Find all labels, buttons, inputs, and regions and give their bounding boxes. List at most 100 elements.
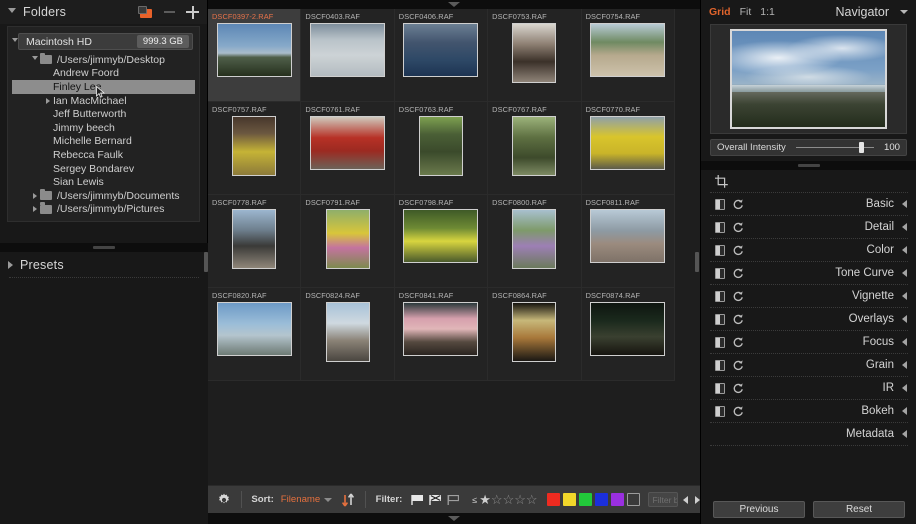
section-reset-icon[interactable] [732,313,744,325]
sort-direction-icon[interactable] [341,493,355,507]
chevron-left-icon[interactable] [902,407,907,415]
adjustment-section-detail[interactable]: Detail [701,216,916,238]
thumbnail-cell[interactable]: DSCF0841.RAF [394,288,489,381]
search-input[interactable]: Filter by me [647,492,678,507]
star-empty-icon-3[interactable]: ☆ [514,493,526,506]
thumbnail-image[interactable] [590,302,666,356]
tree-disclosure-icon[interactable] [29,206,40,213]
thumbnail-cell[interactable]: DSCF0778.RAF [208,195,302,288]
thumbnail-image[interactable] [232,209,277,269]
thumbnail-cell[interactable]: DSCF0761.RAF [301,102,395,195]
thumbnail-image[interactable] [216,23,292,77]
thumbnail-cell[interactable]: DSCF0811.RAF [581,195,675,288]
thumbnail-image[interactable] [512,116,557,176]
section-toggle-icon[interactable] [715,313,725,325]
thumbnail-image[interactable] [325,209,370,269]
plus-icon[interactable] [186,5,199,19]
thumbnail-image[interactable] [325,302,370,362]
folders-disclosure-icon[interactable] [8,7,16,17]
tree-disclosure-icon[interactable] [29,56,40,63]
tree-item[interactable]: Michelle Bernard [12,135,195,149]
folders-panel-header[interactable]: Folders [0,0,207,24]
adjustment-section-grain[interactable]: Grain [701,354,916,376]
thumbnail-cell[interactable]: DSCF0757.RAF [208,102,302,195]
section-reset-icon[interactable] [732,405,744,417]
color-label-swatch[interactable] [562,493,576,506]
thumbnail-cell[interactable]: DSCF0754.RAF [581,9,675,102]
thumbnail-image[interactable] [590,209,666,263]
tree-item[interactable]: Andrew Foord [12,67,195,81]
thumbnail-cell[interactable]: DSCF0403.RAF [301,9,395,102]
section-toggle-icon[interactable] [715,290,725,302]
top-panel-toggle[interactable] [208,0,700,9]
thumbnail-image[interactable] [232,116,277,176]
thumbnail-grid[interactable]: DSCF0397-2.RAF DSCF0403.RAF DSCF0406.RAF DS… [208,9,700,485]
section-toggle-icon[interactable] [715,221,725,233]
thumbnail-cell[interactable]: DSCF0798.RAF [394,195,489,288]
new-folder-icon[interactable] [138,5,153,19]
thumbnail-cell[interactable]: DSCF0767.RAF [488,102,582,195]
thumbnail-cell[interactable]: DSCF0791.RAF [301,195,395,288]
adjustment-section-color[interactable]: Color [701,239,916,261]
section-reset-icon[interactable] [732,336,744,348]
thumbnail-cell[interactable]: DSCF0763.RAF [394,102,489,195]
flag-reject-icon[interactable] [429,494,442,506]
thumbnail-image[interactable] [590,23,666,77]
view-mode-grid[interactable]: Grid [709,6,731,18]
section-toggle-icon[interactable] [715,244,725,256]
section-toggle-icon[interactable] [715,405,725,417]
presets-disclosure-icon[interactable] [8,260,13,269]
flag-unflagged-icon[interactable] [447,494,460,506]
adjustment-section-overlays[interactable]: Overlays [701,308,916,330]
thumbnail-image[interactable] [512,23,557,83]
volume-pill[interactable]: Macintosh HD 999.3 GB [18,33,193,50]
thumbnail-cell[interactable]: DSCF0753.RAF [488,9,582,102]
gear-icon[interactable] [217,493,231,507]
section-reset-icon[interactable] [732,359,744,371]
slider-knob[interactable] [858,142,864,153]
thumbnail-cell[interactable]: DSCF0770.RAF [581,102,675,195]
thumbnail-cell[interactable]: DSCF0874.RAF [581,288,675,381]
crop-icon[interactable] [715,174,728,188]
tree-item[interactable]: Sian Lewis [12,175,195,189]
section-reset-icon[interactable] [732,382,744,394]
section-reset-icon[interactable] [732,244,744,256]
thumbnail-image[interactable] [403,302,479,356]
chevron-down-icon[interactable] [900,10,908,14]
tree-item[interactable]: Sergey Bondarev [12,162,195,176]
color-label-swatch[interactable] [578,493,592,506]
section-reset-icon[interactable] [732,221,744,233]
section-toggle-icon[interactable] [715,267,725,279]
thumbnail-image[interactable] [310,23,386,77]
right-panel-resize-handle[interactable] [695,252,699,272]
color-label-swatch[interactable] [546,493,560,506]
star-empty-icon-2[interactable]: ☆ [503,493,515,506]
chevron-down-icon[interactable] [324,497,333,502]
thumbnail-image[interactable] [418,116,463,176]
chevron-left-icon[interactable] [902,246,907,254]
chevron-left-icon[interactable] [902,361,907,369]
thumbnail-image[interactable] [310,116,386,170]
rating-filter[interactable]: ≤ ★ ☆ ☆ ☆ ☆ [472,493,537,506]
no-color-swatch[interactable] [626,493,640,506]
thumbnail-cell[interactable]: DSCF0397-2.RAF [208,9,302,102]
adjustment-section-ir[interactable]: IR [701,377,916,399]
star-empty-icon-4[interactable]: ☆ [526,493,538,506]
view-mode-fit[interactable]: Fit [740,6,752,18]
thumbnail-image[interactable] [512,209,557,269]
thumbnail-image[interactable] [403,23,479,77]
thumbnail-cell[interactable]: DSCF0824.RAF [301,288,395,381]
tree-disclosure-icon[interactable] [42,97,53,104]
bottom-panel-toggle[interactable] [208,513,700,524]
adjustment-section-vignette[interactable]: Vignette [701,285,916,307]
tree-item[interactable]: /Users/jimmyb/Pictures [12,202,195,217]
overall-intensity-slider[interactable] [795,142,874,153]
adjustment-section-bokeh[interactable]: Bokeh [701,400,916,422]
navigator-title-wrap[interactable]: Navigator [836,5,908,19]
thumbnail-image[interactable] [216,302,292,356]
sort-value[interactable]: Filename [281,494,320,505]
crop-tool-row[interactable] [701,170,916,192]
section-toggle-icon[interactable] [715,382,725,394]
thumbnail-image[interactable] [403,209,479,263]
right-panel-divider[interactable] [701,161,916,170]
